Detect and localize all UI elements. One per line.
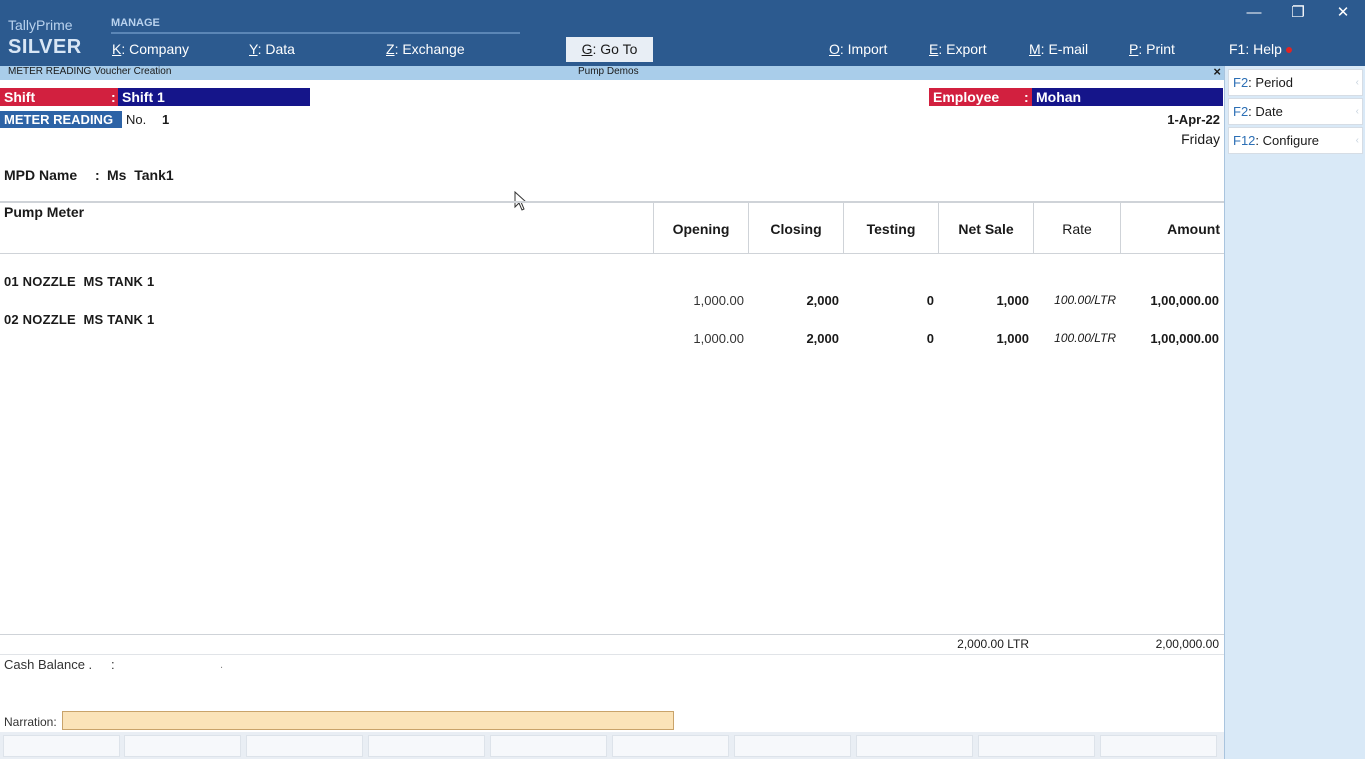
bottom-bar-button[interactable] bbox=[368, 735, 485, 757]
mpd-name-sep: : bbox=[95, 167, 100, 183]
row-net-sale: 1,000 bbox=[996, 331, 1029, 346]
bottom-button-bar bbox=[0, 732, 1224, 759]
row-rate: 100.00/LTR bbox=[1054, 331, 1116, 345]
company-title: Pump Demos bbox=[578, 66, 639, 77]
mpd-name-label: MPD Name bbox=[4, 167, 78, 183]
date-button[interactable]: F2: Date ‹ bbox=[1228, 98, 1363, 125]
bottom-bar-button[interactable] bbox=[124, 735, 241, 757]
shift-field[interactable]: Shift 1 bbox=[118, 88, 310, 106]
total-amount: 2,00,000.00 bbox=[1155, 637, 1219, 651]
row-rate: 100.00/LTR bbox=[1054, 293, 1116, 307]
menu-data[interactable]: Y: Data bbox=[249, 41, 295, 57]
close-window-button[interactable]: ✕ bbox=[1328, 2, 1358, 24]
goto-button[interactable]: G: Go To bbox=[566, 37, 653, 62]
period-button[interactable]: F2: Period ‹ bbox=[1228, 69, 1363, 96]
row-testing: 0 bbox=[926, 331, 934, 346]
voucher-no-label: No. bbox=[126, 112, 147, 127]
row-amount: 1,00,000.00 bbox=[1150, 293, 1219, 308]
closing-header: Closing bbox=[770, 221, 822, 237]
top-bar: TallyPrime SILVER MANAGE K: Company Y: D… bbox=[0, 0, 1365, 66]
employee-label: Employee: bbox=[929, 88, 1032, 106]
narration-label: Narration: bbox=[4, 715, 57, 729]
notification-dot-icon bbox=[1285, 47, 1292, 54]
cash-balance-sep: : bbox=[111, 657, 115, 672]
brand-edition: SILVER bbox=[8, 36, 82, 58]
shift-label: Shift: bbox=[0, 88, 118, 106]
close-voucher-icon[interactable]: × bbox=[1213, 64, 1221, 79]
restore-button[interactable]: ❐ bbox=[1283, 2, 1313, 24]
pump-meter-header: Pump Meter bbox=[4, 204, 85, 220]
tally-app: TallyPrime SILVER MANAGE K: Company Y: D… bbox=[0, 0, 1365, 759]
row-amount: 1,00,000.00 bbox=[1150, 331, 1219, 346]
cash-balance-label: Cash Balance . bbox=[4, 657, 93, 672]
bottom-bar-button[interactable] bbox=[734, 735, 851, 757]
mpd-name-value[interactable]: Ms Tank1 bbox=[107, 167, 174, 183]
chevron-icon: ‹ bbox=[1355, 77, 1359, 88]
menu-export[interactable]: E: Export bbox=[929, 41, 987, 57]
voucher-subheader: METER READING Voucher Creation Pump Demo… bbox=[0, 64, 1224, 80]
bottom-bar-button[interactable] bbox=[3, 735, 120, 757]
row-opening: 1,000.00 bbox=[693, 293, 744, 308]
row-closing: 2,000 bbox=[806, 293, 839, 308]
menu-print[interactable]: P: Print bbox=[1129, 41, 1175, 57]
net-sale-header: Net Sale bbox=[958, 221, 1014, 237]
voucher-title: METER READING Voucher Creation bbox=[8, 66, 172, 77]
bottom-bar-button[interactable] bbox=[978, 735, 1095, 757]
row-item-name: 01 NOZZLE MS TANK 1 bbox=[4, 274, 155, 289]
cash-balance-value: . bbox=[220, 659, 224, 671]
side-button-panel: F2: Period ‹ F2: Date ‹ F12: Configure ‹ bbox=[1224, 66, 1365, 759]
row-net-sale: 1,000 bbox=[996, 293, 1029, 308]
table-header-border bbox=[0, 253, 1224, 254]
testing-header: Testing bbox=[866, 221, 916, 237]
rate-header: Rate bbox=[1062, 221, 1092, 237]
menu-email[interactable]: M: E-mail bbox=[1029, 41, 1088, 57]
table-top-border bbox=[0, 201, 1224, 203]
menu-help[interactable]: F1: Help bbox=[1229, 41, 1292, 57]
voucher-type-badge: METER READING bbox=[0, 111, 122, 128]
menu-exchange[interactable]: Z: Exchange bbox=[386, 41, 465, 57]
row-opening: 1,000.00 bbox=[693, 331, 744, 346]
bottom-bar-button[interactable] bbox=[490, 735, 607, 757]
bottom-bar-button[interactable] bbox=[856, 735, 973, 757]
opening-header: Opening bbox=[672, 221, 730, 237]
brand-name: TallyPrime bbox=[8, 17, 73, 33]
manage-divider bbox=[111, 32, 520, 34]
bottom-bar-button[interactable] bbox=[1100, 735, 1217, 757]
bottom-bar-button[interactable] bbox=[246, 735, 363, 757]
total-net-sale: 2,000.00 LTR bbox=[957, 637, 1029, 651]
row-item-name: 02 NOZZLE MS TANK 1 bbox=[4, 312, 155, 327]
voucher-day: Friday bbox=[1181, 131, 1220, 147]
manage-label: MANAGE bbox=[111, 17, 160, 29]
employee-field[interactable]: Mohan bbox=[1032, 88, 1223, 106]
row-testing: 0 bbox=[926, 293, 934, 308]
chevron-icon: ‹ bbox=[1355, 135, 1359, 146]
configure-button[interactable]: F12: Configure ‹ bbox=[1228, 127, 1363, 154]
menu-company[interactable]: K: Company bbox=[112, 41, 189, 57]
voucher-no-value[interactable]: 1 bbox=[162, 112, 169, 127]
narration-input[interactable] bbox=[62, 711, 674, 730]
bottom-bar-button[interactable] bbox=[612, 735, 729, 757]
row-closing: 2,000 bbox=[806, 331, 839, 346]
chevron-icon: ‹ bbox=[1355, 106, 1359, 117]
minimize-button[interactable]: — bbox=[1239, 2, 1269, 24]
menu-import[interactable]: O: Import bbox=[829, 41, 887, 57]
totals-bottom-border bbox=[0, 654, 1224, 655]
totals-top-border bbox=[0, 634, 1224, 635]
amount-header: Amount bbox=[1167, 221, 1220, 237]
voucher-date[interactable]: 1-Apr-22 bbox=[1167, 112, 1220, 127]
